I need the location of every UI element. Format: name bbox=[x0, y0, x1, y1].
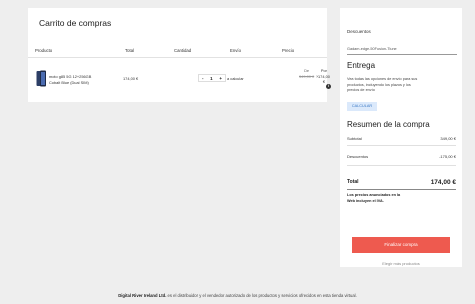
price-original: De 349,00 € bbox=[299, 68, 315, 79]
delivery-title: Entrega bbox=[347, 61, 376, 70]
discounts-value: -175,00 € bbox=[439, 154, 456, 159]
footer-company: Digital River Ireland Ltd. bbox=[118, 293, 167, 298]
footer: Digital River Ireland Ltd. es el distrib… bbox=[0, 293, 475, 298]
header-divider bbox=[28, 57, 327, 58]
quantity-stepper: - 1 + bbox=[198, 74, 226, 82]
total-value: 174,00 € bbox=[430, 179, 456, 186]
header-product: Producto bbox=[35, 48, 53, 53]
header-quantity: Cantidad bbox=[174, 48, 192, 53]
header-shipping: Envío bbox=[230, 48, 241, 53]
product-image[interactable] bbox=[36, 70, 47, 87]
summary-title: Resumen de la compra bbox=[347, 120, 430, 129]
product-name[interactable]: moto g85 5G 12+256GB Cobalt Blue (Dual S… bbox=[49, 74, 107, 85]
total-divider bbox=[347, 189, 456, 190]
discounts-row: Descuentos -175,00 € bbox=[347, 154, 456, 159]
price-discounted: Por 174,00 € bbox=[318, 68, 330, 84]
discounts-row-label: Descuentos bbox=[347, 154, 369, 159]
tax-note: Los precios anunciados en la Web incluye… bbox=[347, 193, 401, 203]
decrease-button[interactable]: - bbox=[202, 76, 204, 81]
remove-item-icon[interactable]: × bbox=[316, 74, 319, 79]
total-row: Total 174,00 € bbox=[347, 179, 456, 186]
item-shipping: a calcular bbox=[227, 76, 244, 81]
info-icon[interactable]: i bbox=[326, 84, 331, 89]
total-label: Total bbox=[347, 179, 359, 185]
discount-code-field[interactable]: Gadam-edge-50Fusion-Tiune bbox=[347, 47, 397, 51]
header-price: Precio bbox=[282, 48, 295, 53]
more-products-link[interactable]: Elegir más productos bbox=[340, 261, 462, 266]
quantity-value[interactable]: 1 bbox=[210, 76, 213, 81]
checkout-button[interactable]: Finalizar compra bbox=[352, 237, 450, 253]
summary-divider bbox=[347, 145, 456, 146]
header-total: Total bbox=[125, 48, 135, 53]
side-panel: Descuentos Gadam-edge-50Fusion-Tiune Ent… bbox=[340, 8, 462, 267]
calculate-button[interactable]: CALCULAR bbox=[347, 102, 377, 111]
item-total: 174,00 € bbox=[123, 76, 139, 81]
summary-divider bbox=[347, 165, 456, 166]
discounts-label: Descuentos bbox=[347, 29, 371, 34]
discount-field-underline bbox=[347, 54, 457, 55]
subtotal-row: Subtotal 349,00 € bbox=[347, 136, 456, 141]
cart-title: Carrito de compras bbox=[39, 18, 112, 28]
subtotal-value: 349,00 € bbox=[440, 136, 456, 141]
increase-button[interactable]: + bbox=[219, 76, 222, 81]
subtotal-label: Subtotal bbox=[347, 136, 362, 141]
footer-text: es el distribuidor y el vendedor autoriz… bbox=[166, 293, 357, 298]
delivery-text: Vea todas las opciones de envío para sus… bbox=[347, 77, 418, 92]
cart-panel: Carrito de compras Producto Total Cantid… bbox=[28, 8, 331, 102]
